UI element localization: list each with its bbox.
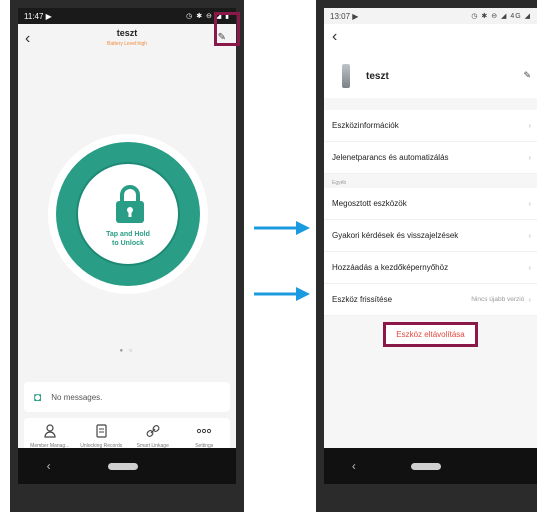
menu-label: Jelenetparancs és automatizálás <box>332 153 449 162</box>
bell-icon: ◘ <box>34 390 42 404</box>
header: ‹ <box>324 24 537 54</box>
messages-text: No messages. <box>51 392 103 402</box>
remove-device-button[interactable]: Eszköz eltávolítása <box>383 321 478 347</box>
chevron-right-icon: › <box>528 199 531 208</box>
system-nav-bar: ‹ <box>18 448 236 484</box>
status-bar: 13:07 ▶ ◷ ✱ ⊖ ◢ 4G ◢ <box>324 8 537 24</box>
system-nav-bar: ‹ <box>324 448 537 484</box>
menu-item-shared-devices[interactable]: Megosztott eszközök › <box>324 188 537 220</box>
unlock-hint: Tap and Hold to Unlock <box>106 231 150 247</box>
document-icon <box>76 424 128 440</box>
messages-card[interactable]: ◘ No messages. <box>24 382 230 412</box>
menu-label: Gyakori kérdések és visszajelzések <box>332 231 459 240</box>
arrow-right-icon <box>254 287 310 301</box>
chevron-right-icon: › <box>528 121 531 130</box>
chevron-right-icon: › <box>528 153 531 162</box>
chevron-right-icon: › <box>528 295 531 304</box>
menu-label: Hozzáadás a kezdőképernyőhöz <box>332 263 449 272</box>
device-header: teszt ✎ <box>324 54 537 98</box>
menu-item-add-to-home[interactable]: Hozzáadás a kezdőképernyőhöz › <box>324 252 537 284</box>
lock-screen: 11:47 ▶ ◷ ✱ ⊖ ◢ ▮ ‹ teszt Battery Level:… <box>18 8 236 484</box>
chevron-right-icon: › <box>528 263 531 272</box>
lock-icon <box>116 185 144 223</box>
chevron-right-icon: › <box>528 231 531 240</box>
settings-app: ‹ teszt ✎ Eszközinformációk › Jelenetpar… <box>324 24 537 448</box>
nav-back-icon[interactable]: ‹ <box>47 459 51 473</box>
back-icon[interactable]: ‹ <box>332 28 337 46</box>
arrow-right-icon <box>254 221 310 235</box>
menu-item-firmware-update[interactable]: Eszköz frissítése Nincs újabb verzió › <box>324 284 537 316</box>
device-title: teszt <box>116 28 138 38</box>
update-status: Nincs újabb verzió <box>471 296 525 303</box>
menu-item-device-info[interactable]: Eszközinformációk › <box>324 110 537 142</box>
person-icon <box>24 424 76 440</box>
menu-label: Eszköz frissítése <box>332 295 393 304</box>
more-icon <box>179 424 231 440</box>
status-bar: 11:47 ▶ ◷ ✱ ⊖ ◢ ▮ <box>18 8 236 24</box>
link-icon <box>127 424 179 440</box>
menu-label: Megosztott eszközök <box>332 199 407 208</box>
device-image <box>342 64 350 88</box>
menu-item-scenes-automation[interactable]: Jelenetparancs és automatizálás › <box>324 142 537 174</box>
play-icon: ▶ <box>45 11 52 21</box>
status-time: 11:47 <box>24 11 44 21</box>
settings-screen: 13:07 ▶ ◷ ✱ ⊖ ◢ 4G ◢ ‹ teszt ✎ Eszközinf… <box>324 8 537 484</box>
menu-label: Eszközinformációk <box>332 121 399 130</box>
nav-home-icon[interactable] <box>107 462 138 470</box>
unlock-button[interactable]: Tap and Hold to Unlock <box>48 134 208 294</box>
lock-app: ‹ teszt Battery Level:high ✎ Tap and Hol… <box>18 24 236 458</box>
device-name: teszt <box>366 70 389 82</box>
status-highlight-box <box>214 12 240 46</box>
menu-item-faq-feedback[interactable]: Gyakori kérdések és visszajelzések › <box>324 220 537 252</box>
header: ‹ teszt Battery Level:high ✎ <box>18 24 236 56</box>
phone-right: 13:07 ▶ ◷ ✱ ⊖ ◢ 4G ◢ ‹ teszt ✎ Eszközinf… <box>316 0 537 512</box>
section-label: Egyéb <box>324 174 537 188</box>
edit-icon[interactable]: ✎ <box>523 70 531 81</box>
phone-left: 11:47 ▶ ◷ ✱ ⊖ ◢ ▮ ‹ teszt Battery Level:… <box>10 0 244 512</box>
page-indicator: ● ○ <box>119 348 135 354</box>
status-icons: ◷ ✱ ⊖ ◢ 4G ◢ <box>471 13 531 20</box>
nav-back-icon[interactable]: ‹ <box>352 459 356 473</box>
battery-status: Battery Level:high <box>106 41 148 47</box>
nav-home-icon[interactable] <box>411 462 442 470</box>
play-icon: ▶ <box>352 11 359 21</box>
status-time: 13:07 <box>330 11 351 21</box>
